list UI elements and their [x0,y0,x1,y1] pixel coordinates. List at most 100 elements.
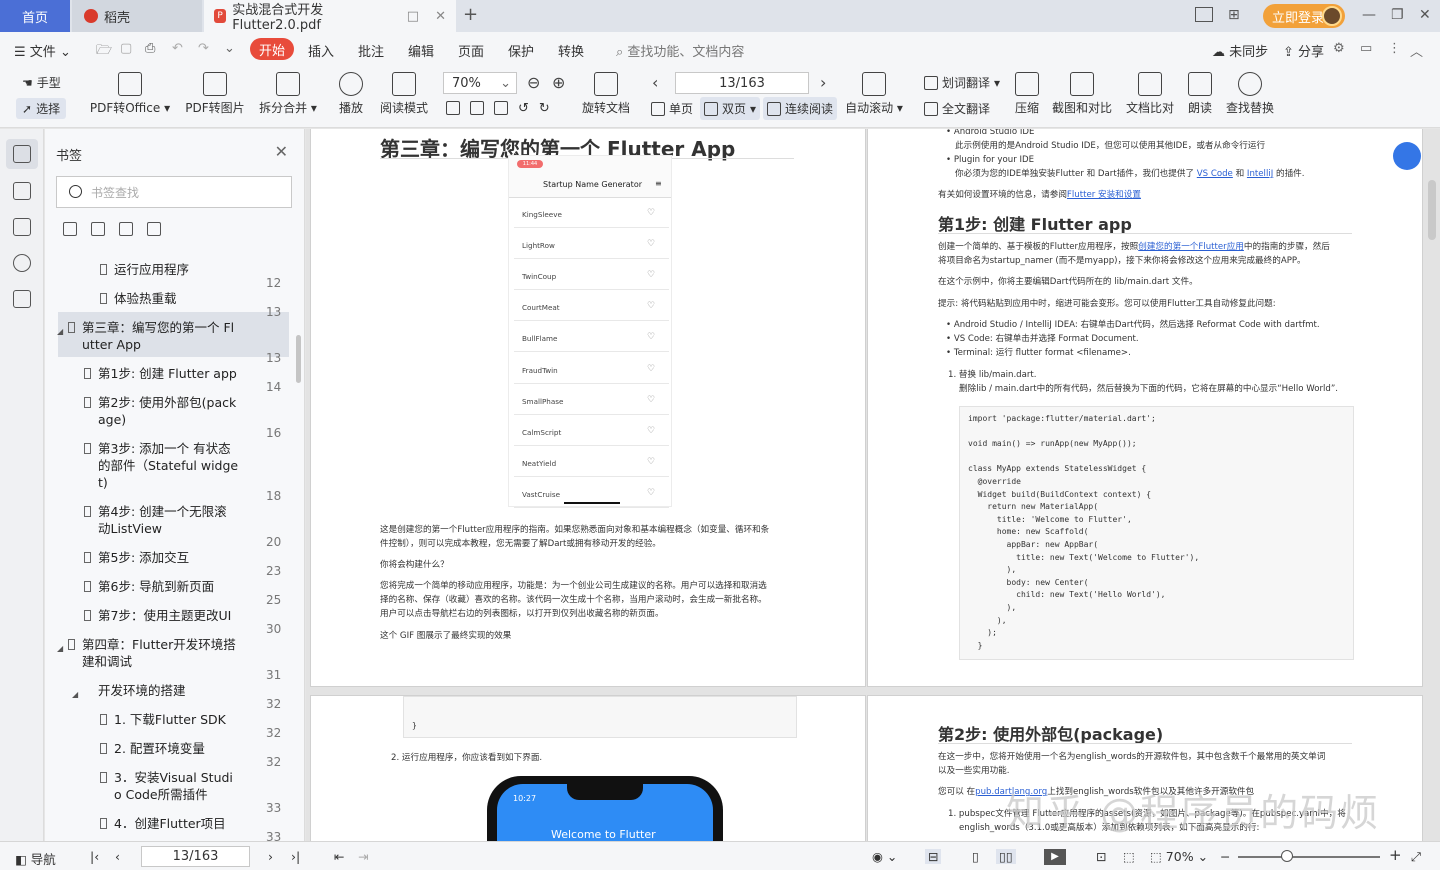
more-icon[interactable]: ⋮ [1388,41,1401,56]
settings-icon[interactable]: ⚙ [1333,41,1345,56]
attachment-icon[interactable] [13,254,31,272]
tab-document[interactable]: P 实战混合式开发Flutter2.0.pdf □ ✕ [204,0,456,33]
navigation-toggle[interactable]: ◧ 导航 [15,849,56,868]
forward-icon[interactable]: ⇥ [358,849,368,864]
single-view-icon[interactable]: ▯ [972,849,979,864]
print-icon[interactable]: ⎙ [145,41,155,56]
floating-translate-button[interactable] [1393,142,1421,170]
bookmark-panel-icon[interactable] [13,145,31,163]
zoom-slider[interactable] [1238,856,1380,858]
select-tool[interactable]: ➚ 选择 [16,98,67,119]
zoom-in-icon[interactable]: + [1389,846,1402,864]
add-bookmark-icon[interactable] [119,222,133,236]
vscode-link[interactable]: VS Code [1197,169,1233,179]
new-tab-icon[interactable]: + [463,4,478,25]
auto-scroll-button[interactable]: 自动滚动 ▾ [845,72,903,116]
save-icon[interactable]: ▢ [120,41,132,56]
signature-icon[interactable] [13,290,31,308]
expand-triangle-icon[interactable]: ◢ [57,640,63,657]
first-page-icon[interactable]: |‹ [90,849,99,864]
rotate-right-icon[interactable]: ↻ [539,101,550,116]
eye-protection-icon[interactable]: ◉ ⌄ [872,849,897,864]
close-icon[interactable]: ✕ [435,9,446,24]
share-button[interactable]: ⇪ 分享 [1283,41,1324,60]
layout-icon[interactable] [1195,7,1213,22]
fit-page-icon[interactable]: ⬚ [1123,849,1135,864]
status-page-input[interactable]: 13/163 [141,846,250,867]
redo-icon[interactable]: ↷ [198,41,209,56]
menu-protect[interactable]: 保护 [508,41,534,60]
tab-daoke[interactable]: 稻壳 [72,0,202,32]
intellij-link[interactable]: IntelliJ [1247,169,1273,179]
hand-tool[interactable]: ☚ 手型 [22,74,61,91]
menu-convert[interactable]: 转换 [558,41,584,60]
find-replace-button[interactable]: 查找替换 [1224,72,1276,116]
login-button[interactable]: 立即登录 [1263,4,1345,28]
pdf-to-office-button[interactable]: PDF转Office ▾ [88,72,172,116]
actual-size-icon[interactable] [446,101,460,115]
sync-status[interactable]: ☁ 未同步 [1212,41,1268,60]
double-page-button[interactable]: 双页 ▾ [700,97,761,120]
read-aloud-button[interactable]: 朗读 [1184,72,1216,116]
doc-compare-button[interactable]: 文档比对 [1124,72,1176,116]
minimize-icon[interactable]: — [1362,7,1376,23]
window-close-icon[interactable]: ✕ [1419,7,1431,23]
full-translate-button[interactable]: 全文翻译 [924,100,990,117]
window-icon[interactable]: □ [407,9,419,24]
bookmark-search-input[interactable]: 书签查找 [56,176,292,208]
rotate-document-button[interactable]: 旋转文档 [580,72,632,116]
zoom-out-icon[interactable]: ⊖ [527,73,540,92]
fit-page-icon[interactable] [470,101,484,115]
open-folder-icon[interactable]: 🗁 [96,41,112,63]
zoom-menu[interactable]: ⬚ 70% ⌄ [1150,849,1208,864]
prev-page-icon[interactable]: ‹ [115,849,120,864]
collapse-ribbon-icon[interactable]: ︿ [1410,41,1423,60]
zoom-out-icon[interactable]: − [1220,849,1230,864]
screenshot-compare-button[interactable]: 截图和对比 [1050,72,1114,116]
zoom-select[interactable]: 70% ⌄ [443,72,517,94]
zoom-slider-handle[interactable] [1281,850,1293,862]
expand-triangle-icon[interactable]: ◢ [72,686,78,703]
close-icon[interactable]: ✕ [275,142,288,161]
play-slideshow-icon[interactable]: ▶ [1044,849,1066,865]
restore-icon[interactable]: ❐ [1391,7,1404,23]
last-page-icon[interactable]: ›| [291,849,300,864]
menu-insert[interactable]: 插入 [308,41,334,60]
thumbnail-icon[interactable] [13,182,31,200]
undo-icon[interactable]: ↶ [172,41,183,56]
read-mode-button[interactable]: 阅读模式 [377,72,431,116]
zoom-in-icon[interactable]: ⊕ [552,73,565,92]
comment-panel-icon[interactable] [13,218,31,236]
env-setup-link[interactable]: Flutter 安装和设置 [1067,190,1141,200]
more-chevron-icon[interactable]: ⌄ [224,41,235,56]
actual-size-icon[interactable]: ⊡ [1096,849,1106,864]
back-icon[interactable]: ⇤ [334,849,344,864]
continuous-read-button[interactable]: 连续阅读 [763,97,838,120]
rotate-left-icon[interactable]: ↺ [518,101,529,116]
next-page-icon[interactable]: › [820,73,826,92]
prev-page-icon[interactable]: ‹ [652,73,658,92]
double-view-icon[interactable]: ▯▯ [996,849,1016,864]
single-page-button[interactable]: 单页 [651,100,693,117]
next-page-icon[interactable]: › [268,849,273,864]
menu-page[interactable]: 页面 [458,41,484,60]
word-translate-button[interactable]: 划词翻译 ▾ [924,74,1000,91]
first-app-link[interactable]: 创建您的第一个Flutter应用 [1138,242,1244,252]
collapse-all-icon[interactable] [91,222,105,236]
comment-icon[interactable]: ▭ [1360,41,1372,56]
document-scrollbar[interactable] [1428,180,1436,240]
play-button[interactable]: 播放 [334,72,368,116]
bookmark-icon[interactable] [147,222,161,236]
bookmark-scrollbar[interactable] [296,335,301,383]
fullscreen-icon[interactable]: ⤢ [1411,849,1421,865]
menu-start[interactable]: 开始 [250,38,294,60]
apps-grid-icon[interactable]: ⊞ [1228,7,1240,23]
menu-file[interactable]: ☰ 文件 ⌄ [14,41,71,60]
menu-annotate[interactable]: 批注 [358,41,384,60]
page-number-input[interactable]: 13/163 [675,72,809,94]
continuous-view-icon[interactable]: ⊟ [925,849,942,864]
pdf-to-image-button[interactable]: PDF转图片 [184,72,246,116]
menu-edit[interactable]: 编辑 [408,41,434,60]
tab-home[interactable]: 首页 [0,0,70,32]
expand-all-icon[interactable] [63,222,77,236]
